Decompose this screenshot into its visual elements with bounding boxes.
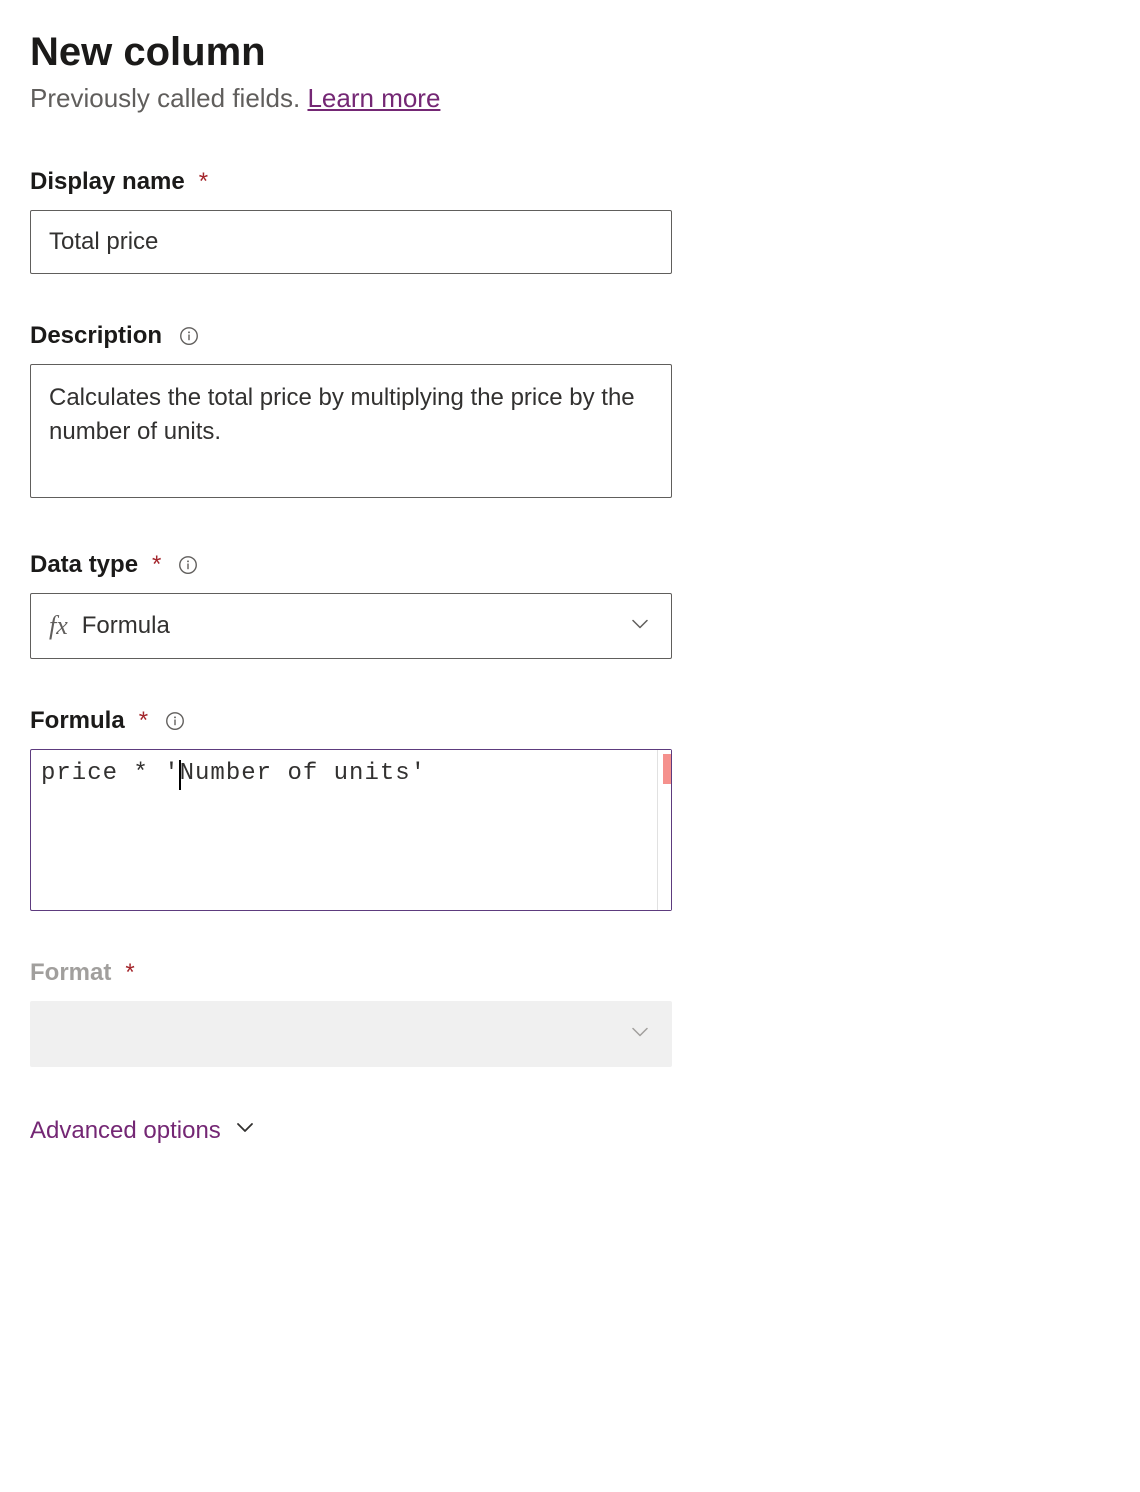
formula-label-text: Formula bbox=[30, 707, 125, 735]
subtitle: Previously called fields. Learn more bbox=[30, 83, 1110, 114]
data-type-select[interactable]: fx Formula bbox=[30, 593, 672, 659]
display-name-input[interactable] bbox=[30, 210, 672, 274]
advanced-options-label: Advanced options bbox=[30, 1117, 221, 1145]
chevron-down-icon bbox=[233, 1115, 257, 1146]
info-icon[interactable] bbox=[164, 710, 186, 732]
required-asterisk: * bbox=[125, 959, 134, 987]
formula-editor[interactable]: price * 'Number of units' bbox=[30, 749, 672, 911]
fx-icon: fx bbox=[49, 611, 68, 641]
description-label-text: Description bbox=[30, 322, 162, 350]
description-label: Description bbox=[30, 322, 1110, 350]
format-label-text: Format bbox=[30, 959, 111, 987]
display-name-label-text: Display name bbox=[30, 168, 185, 196]
data-type-label: Data type * bbox=[30, 551, 1110, 579]
required-asterisk: * bbox=[152, 551, 161, 579]
subtitle-text: Previously called fields. bbox=[30, 83, 307, 113]
display-name-label: Display name * bbox=[30, 168, 1110, 196]
required-asterisk: * bbox=[199, 168, 208, 196]
text-caret bbox=[179, 760, 181, 790]
info-icon[interactable] bbox=[177, 554, 199, 576]
formula-content[interactable]: price * 'Number of units' bbox=[31, 750, 657, 910]
info-icon[interactable] bbox=[178, 325, 200, 347]
format-select bbox=[30, 1001, 672, 1067]
advanced-options-toggle[interactable]: Advanced options bbox=[30, 1115, 1110, 1146]
formula-label: Formula * bbox=[30, 707, 1110, 735]
formula-minimap bbox=[657, 750, 671, 910]
format-label: Format * bbox=[30, 959, 1110, 987]
required-asterisk: * bbox=[139, 707, 148, 735]
formula-text-before-caret: price * ' bbox=[41, 760, 180, 787]
page-title: New column bbox=[30, 30, 1110, 75]
minimap-error-marker bbox=[663, 754, 671, 784]
display-name-field-group: Display name * bbox=[30, 168, 1110, 274]
learn-more-link[interactable]: Learn more bbox=[307, 83, 440, 113]
formula-text-after-caret: Number of units' bbox=[180, 760, 426, 787]
data-type-value: Formula bbox=[82, 612, 170, 640]
data-type-label-text: Data type bbox=[30, 551, 138, 579]
formula-field-group: Formula * price * 'Number of units' bbox=[30, 707, 1110, 911]
chevron-down-icon bbox=[628, 1020, 652, 1049]
description-field-group: Description Calculates the total price b… bbox=[30, 322, 1110, 503]
description-input[interactable]: Calculates the total price by multiplyin… bbox=[30, 364, 672, 498]
format-field-group: Format * bbox=[30, 959, 1110, 1067]
data-type-field-group: Data type * fx Formula bbox=[30, 551, 1110, 659]
